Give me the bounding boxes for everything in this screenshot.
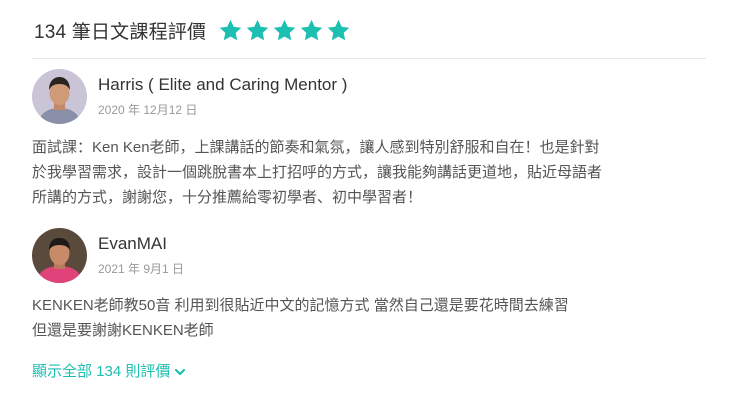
star-rating	[218, 18, 351, 43]
review-text-line: 所講的方式，謝謝您，十分推薦給零初學者、初中學習者！	[32, 189, 423, 206]
show-all-reviews-label: 顯示全部 134 則評價	[32, 363, 171, 380]
star-icon	[299, 18, 324, 43]
review-text: KENKEN老師教50音 利用到很貼近中文的記憶方式 當然自己還是要花時間去練習…	[32, 293, 712, 343]
reviews-count-title: 134 筆日文課程評價	[34, 21, 207, 43]
show-all-reviews-link[interactable]: 顯示全部 134 則評價	[32, 360, 186, 381]
review-text-line: 於我學習需求，設計一個跳脫書本上打招呼的方式，讓我能夠講話更道地，貼近母語者	[32, 164, 603, 181]
review-text-line: 面試課：Ken Ken老師，上課講話的節奏和氣氛，讓人感到特別舒服和自在！也是針…	[32, 139, 600, 156]
star-icon	[326, 18, 351, 43]
star-icon	[272, 18, 297, 43]
review-text-line: KENKEN老師教50音 利用到很貼近中文的記憶方式 當然自己還是要花時間去練習	[32, 297, 569, 314]
review-text: 面試課：Ken Ken老師，上課講話的節奏和氣氛，讓人感到特別舒服和自在！也是針…	[32, 135, 712, 210]
review-date: 2020 年 12月12 日	[98, 103, 198, 117]
header-divider	[32, 58, 706, 59]
avatar[interactable]	[32, 69, 87, 124]
reviewer-name[interactable]: EvanMAI	[98, 234, 167, 254]
star-icon	[218, 18, 243, 43]
reviewer-name[interactable]: Harris ( Elite and Caring Mentor )	[98, 75, 347, 95]
chevron-down-icon	[174, 365, 186, 377]
review-date: 2021 年 9月1 日	[98, 262, 185, 276]
star-icon	[245, 18, 270, 43]
review-text-line: 但還是要謝謝KENKEN老師	[32, 322, 214, 339]
reviews-header: 134 筆日文課程評價	[34, 14, 351, 46]
avatar[interactable]	[32, 228, 87, 283]
